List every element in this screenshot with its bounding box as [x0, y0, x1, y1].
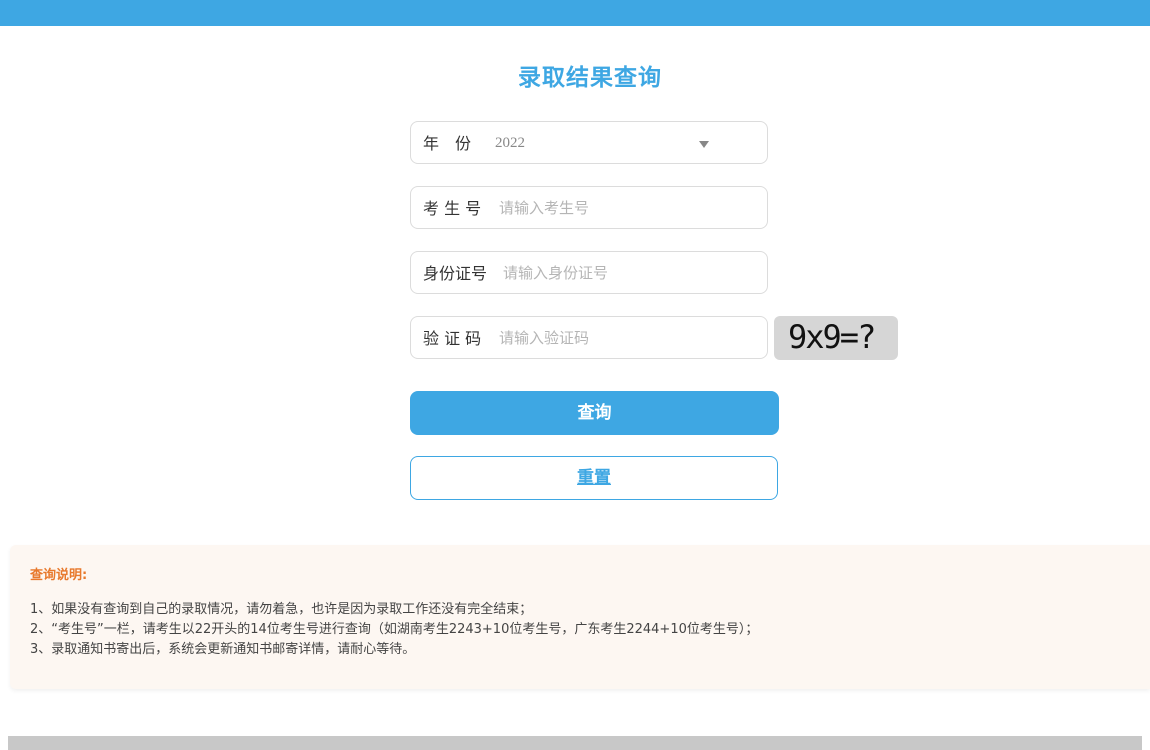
instruction-line: 2、“考生号”一栏，请考生以22开头的14位考生号进行查询（如湖南考生2243+…: [30, 622, 759, 637]
exam-number-input[interactable]: [499, 187, 739, 230]
reset-button[interactable]: 重置: [410, 456, 778, 500]
top-header-bar: [0, 0, 1150, 26]
captcha-label: 验 证 码: [423, 329, 482, 348]
instruction-line: 3、录取通知书寄出后，系统会更新通知书邮寄详情，请耐心等待。: [30, 642, 416, 657]
id-number-label: 身份证号: [423, 264, 488, 283]
year-label: 年 份: [423, 134, 472, 153]
horizontal-scrollbar[interactable]: [8, 736, 1142, 750]
chevron-down-icon[interactable]: [699, 141, 709, 148]
instructions-heading: 查询说明:: [30, 568, 88, 583]
captcha-image[interactable]: 9x9=?: [774, 316, 898, 360]
page-title: 录取结果查询: [518, 65, 662, 91]
id-number-input[interactable]: [503, 252, 743, 295]
instruction-line: 1、如果没有查询到自己的录取情况，请勿着急，也许是因为录取工作还没有完全结束；: [30, 602, 533, 617]
captcha-field: 验 证 码: [410, 316, 768, 360]
query-instructions-panel: 查询说明: 1、如果没有查询到自己的录取情况，请勿着急，也许是因为录取工作还没有…: [10, 545, 1150, 689]
captcha-input[interactable]: [499, 317, 739, 360]
captcha-image-text: 9x9=?: [788, 318, 876, 356]
id-number-field: 身份证号: [410, 251, 768, 295]
year-select[interactable]: 年 份 2022: [410, 121, 768, 164]
exam-number-field: 考 生 号: [410, 186, 768, 230]
query-button[interactable]: 查询: [410, 391, 779, 435]
exam-number-label: 考 生 号: [423, 199, 482, 218]
